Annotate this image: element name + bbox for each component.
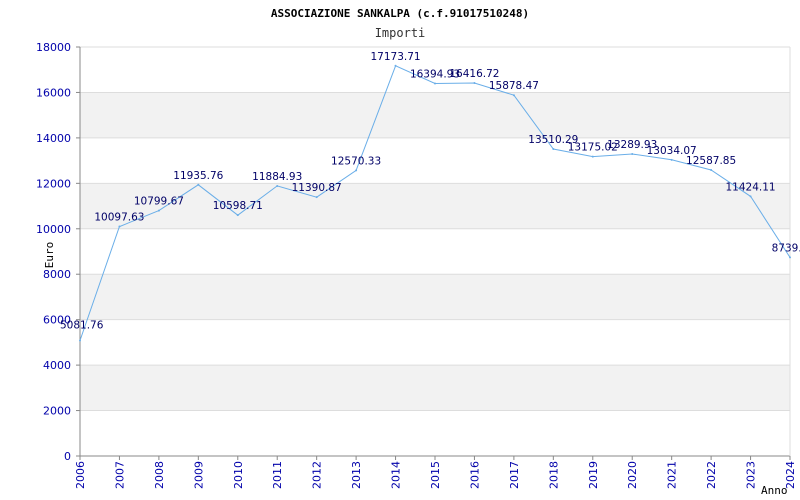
background-band (80, 365, 790, 411)
x-axis-label: Anno (761, 484, 788, 497)
data-point (710, 168, 713, 171)
data-label: 8739.0 (772, 242, 800, 254)
x-tick-label: 2015 (429, 461, 442, 489)
y-tick-label: 16000 (36, 86, 71, 99)
x-tick-label: 2006 (74, 461, 87, 489)
line-chart: 0200040006000800010000120001400016000180… (36, 7, 800, 497)
data-label: 11390.87 (292, 182, 342, 194)
y-tick-label: 14000 (36, 132, 71, 145)
data-label: 17173.71 (371, 51, 421, 63)
x-tick-label: 2023 (745, 461, 758, 489)
x-tick-label: 2020 (626, 461, 639, 489)
data-label: 10097.63 (94, 212, 144, 224)
data-label: 12570.33 (331, 155, 381, 167)
data-point (631, 153, 634, 156)
data-point (434, 82, 436, 85)
data-point (236, 214, 239, 217)
data-label: 12587.85 (686, 155, 736, 167)
x-tick-label: 2016 (468, 461, 481, 489)
x-tick-label: 2012 (311, 461, 324, 489)
data-point (670, 158, 673, 161)
y-tick-label: 0 (64, 450, 71, 463)
y-axis-label: Euro (43, 242, 56, 269)
x-tick-labels: 2006 2007 2008 2009 2010 2011 2012 2013 2014 2015… (74, 461, 797, 489)
x-tick-label: 2022 (705, 461, 718, 489)
data-label: 5081.76 (60, 320, 104, 332)
data-label: 15878.47 (489, 80, 539, 92)
background-bands (80, 92, 790, 411)
data-label: 16416.72 (449, 68, 499, 80)
x-tick-label: 2013 (350, 461, 363, 489)
y-tick-label: 8000 (43, 268, 71, 281)
x-tick-label: 2010 (232, 461, 245, 489)
data-point (749, 195, 752, 198)
x-tick-label: 2018 (547, 461, 560, 489)
data-point (355, 169, 358, 172)
chart: 0 2000 4000 6000 8000 10000 12000 14000 16000 180… (0, 0, 800, 500)
data-label: 11935.76 (173, 170, 223, 182)
data-point (197, 183, 200, 186)
x-tick-label: 2011 (271, 461, 284, 489)
x-tick-label: 2007 (113, 461, 126, 489)
y-tick-label: 12000 (36, 177, 71, 190)
background-band (80, 92, 790, 138)
data-point (591, 155, 594, 158)
y-tick-label: 18000 (36, 41, 71, 54)
y-tick-label: 2000 (43, 405, 71, 418)
data-point (394, 64, 397, 67)
data-label: 10799.67 (134, 196, 184, 208)
data-point (118, 225, 121, 228)
background-band (80, 274, 790, 320)
data-label: 11884.93 (252, 171, 302, 183)
x-tick-label: 2014 (390, 461, 403, 489)
data-point (276, 184, 279, 187)
background-band (80, 183, 790, 229)
x-tick-label: 2009 (192, 461, 205, 489)
data-label: 10598.71 (213, 200, 263, 212)
x-tick-label: 2008 (153, 461, 166, 489)
x-tick-label: 2019 (587, 461, 600, 489)
y-tick-label: 10000 (36, 223, 71, 236)
data-point (789, 256, 791, 259)
chart-title: ASSOCIAZIONE SANKALPA (c.f.91017510248) (271, 7, 529, 20)
data-point (473, 81, 476, 84)
data-point (157, 209, 160, 212)
data-point (512, 94, 515, 97)
x-tick-label: 2017 (508, 461, 521, 489)
y-tick-label: 4000 (43, 359, 71, 372)
data-label: 11424.11 (726, 181, 776, 193)
data-point (552, 148, 555, 151)
data-point (79, 339, 81, 342)
x-tick-label: 2021 (666, 461, 679, 489)
chart-subtitle: Importi (375, 26, 426, 40)
data-point (315, 196, 318, 199)
